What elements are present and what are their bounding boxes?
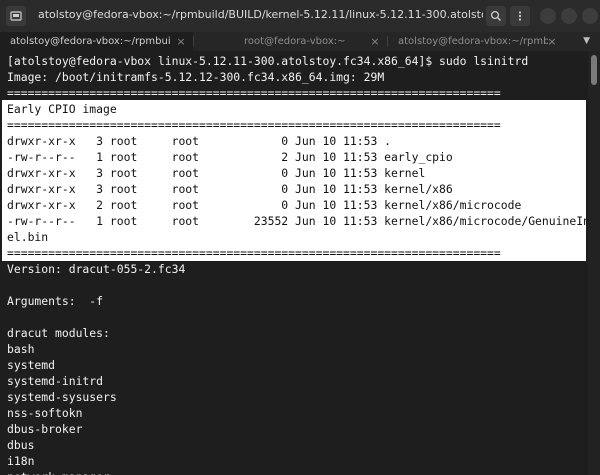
search-icon [490, 7, 502, 26]
terminal-line: network-manager [7, 469, 110, 475]
terminal-line: -rw-r--r-- 1 root root 23552 Jun 10 11:5… [7, 214, 588, 228]
scrollbar-thumb[interactable] [591, 55, 597, 85]
terminal-line: Early CPIO image [7, 102, 117, 116]
terminal-line: Arguments: -f [7, 294, 104, 308]
tab-1[interactable]: atolstoy@fedora-vbox:~/rpmbuil... × [0, 32, 193, 51]
window-title: atolstoy@fedora-vbox:~/rpmbuild/BUILD/ke… [38, 8, 483, 21]
minimize-button[interactable] [540, 8, 556, 24]
tab-label: root@fedora-vbox:~ [244, 36, 346, 47]
terminal-scrollbar[interactable] [588, 51, 600, 475]
terminal-icon [10, 7, 22, 26]
title-bar: atolstoy@fedora-vbox:~/rpmbuild/BUILD/ke… [0, 0, 600, 33]
tab-label: atolstoy@fedora-vbox:~/rpmbuil... [398, 36, 548, 47]
tab-2[interactable]: root@fedora-vbox:~ × [194, 32, 387, 51]
close-icon[interactable]: × [176, 32, 186, 51]
terminal-line: ========================================… [7, 86, 501, 100]
search-button[interactable] [486, 6, 506, 26]
tab-label: atolstoy@fedora-vbox:~/rpmbuil... [10, 36, 170, 47]
terminal-window: atolstoy@fedora-vbox:~/rpmbuild/BUILD/ke… [0, 0, 600, 475]
terminal-line: dracut modules: [7, 326, 110, 340]
terminal-line: Version: dracut-055-2.fc34 [7, 262, 186, 276]
maximize-button[interactable] [561, 8, 577, 24]
menu-button[interactable] [510, 6, 530, 26]
new-tab-button[interactable] [6, 6, 26, 26]
terminal-line: nss-softokn [7, 406, 83, 420]
terminal-line: drwxr-xr-x 3 root root 0 Jun 10 11:53 ke… [7, 182, 453, 196]
terminal-line: bash [7, 342, 35, 356]
terminal-line: i18n [7, 454, 35, 468]
tab-3[interactable]: atolstoy@fedora-vbox:~/rpmbuil... × [388, 32, 566, 51]
terminal-line: drwxr-xr-x 3 root root 0 Jun 10 11:53 . [7, 134, 392, 148]
terminal-line: [atolstoy@fedora-vbox linux-5.12.11-300.… [7, 54, 529, 68]
terminal-output[interactable]: [atolstoy@fedora-vbox linux-5.12.11-300.… [0, 51, 588, 475]
terminal-line: -rw-r--r-- 1 root root 2 Jun 10 11:53 ea… [7, 150, 453, 164]
terminal-line: dbus [7, 438, 35, 452]
close-icon[interactable]: × [370, 32, 380, 51]
terminal-line: ========================================… [7, 118, 501, 132]
kebab-menu-icon [514, 7, 526, 26]
terminal-line: el.bin [7, 230, 49, 244]
terminal-line: drwxr-xr-x 3 root root 0 Jun 10 11:53 ke… [7, 166, 426, 180]
terminal-line: dbus-broker [7, 422, 83, 436]
close-window-button[interactable] [582, 8, 598, 24]
close-icon[interactable]: × [547, 32, 557, 51]
terminal-line: drwxr-xr-x 2 root root 0 Jun 10 11:53 ke… [7, 198, 522, 212]
chevron-down-icon[interactable]: ▼ [583, 32, 590, 51]
tab-bar: atolstoy@fedora-vbox:~/rpmbuil... × root… [0, 32, 600, 51]
terminal-line: systemd-initrd [7, 374, 104, 388]
terminal-line: ========================================… [7, 246, 501, 260]
terminal-line: Image: /boot/initramfs-5.12.12-300.fc34.… [7, 70, 385, 84]
terminal-line: systemd [7, 358, 56, 372]
terminal-line: systemd-sysusers [7, 390, 117, 404]
